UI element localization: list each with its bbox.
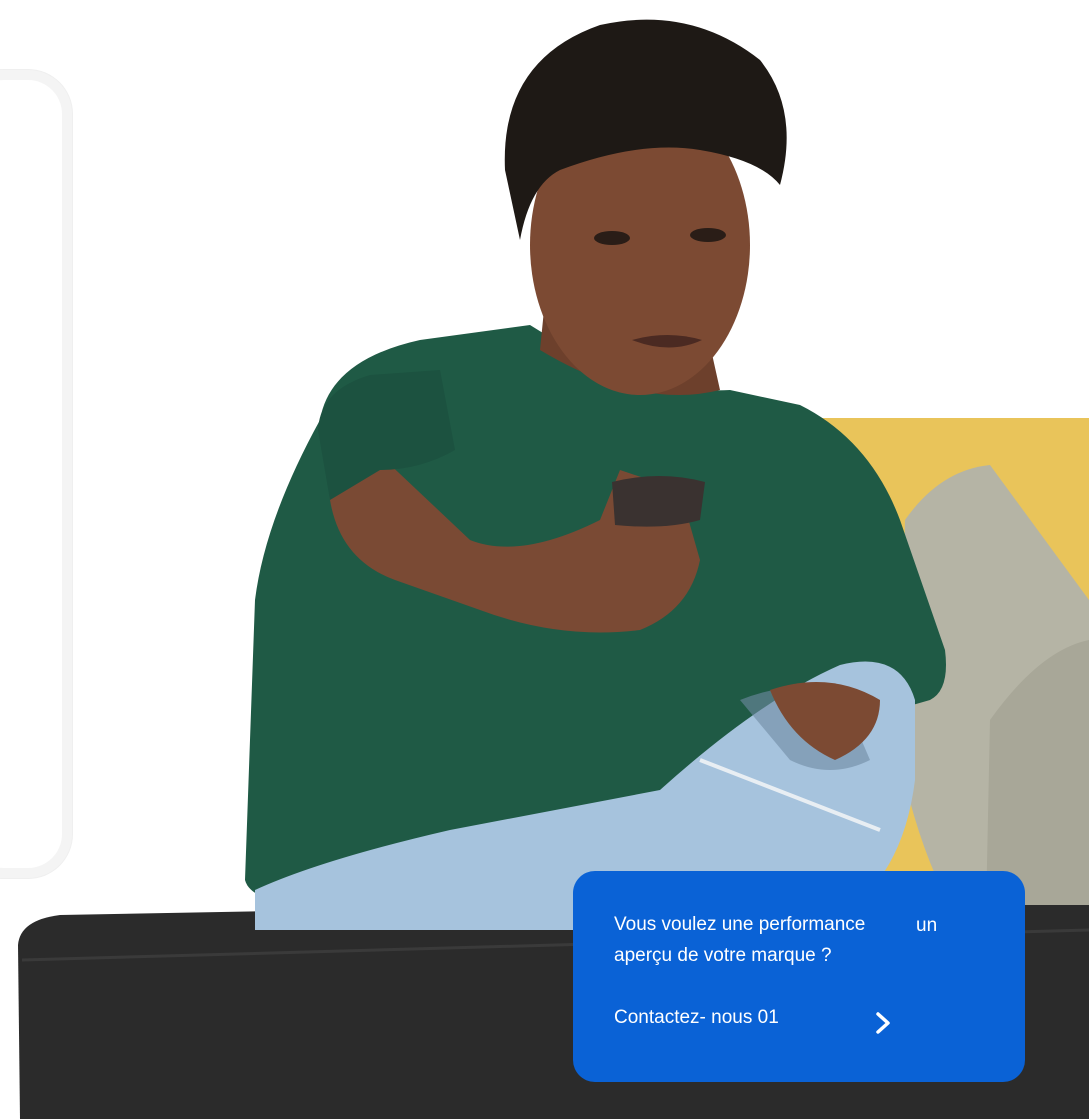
chevron-right-icon[interactable]: [869, 1009, 897, 1037]
promo-heading-line1: Vous voulez une performance: [614, 914, 866, 935]
promo-heading-extra: un: [916, 915, 938, 936]
promo-card[interactable]: Vous voulez une performance un aperçu de…: [573, 871, 1025, 1082]
contact-link[interactable]: Contactez- nous 01: [614, 1006, 779, 1030]
promo-heading-line2: aperçu de votre marque ?: [614, 945, 832, 966]
remote-control: [612, 476, 705, 527]
